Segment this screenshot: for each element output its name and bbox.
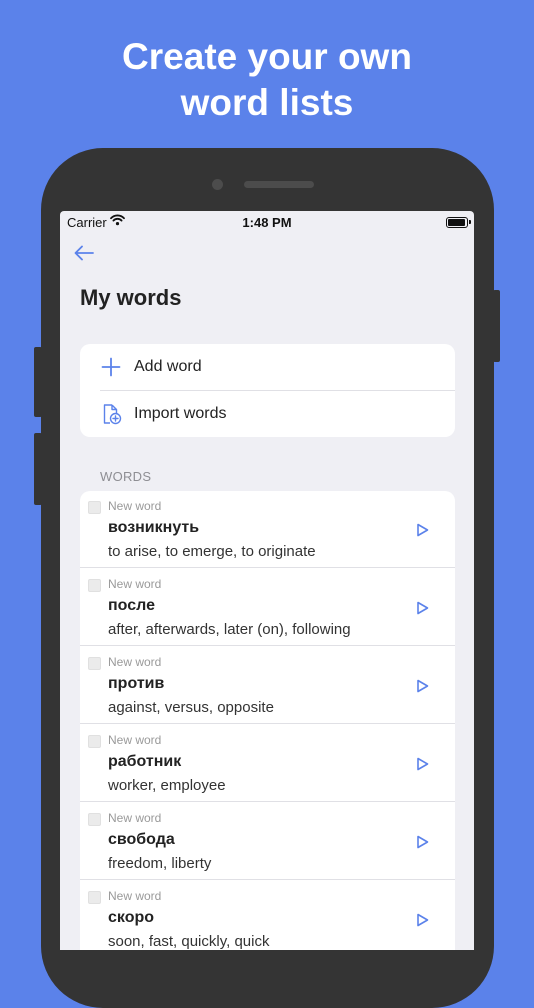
word-row[interactable]: New word свобода freedom, liberty <box>80 803 455 880</box>
actions-card: Add word Import words <box>80 344 455 437</box>
phone-camera <box>212 179 223 190</box>
phone-screen: Carrier 1:48 PM My words Add word Import… <box>60 211 474 950</box>
word-term: скоро <box>108 909 155 926</box>
status-time: 1:48 PM <box>242 215 292 230</box>
row-divider <box>80 567 455 568</box>
import-file-icon <box>100 403 122 425</box>
words-section-label: WORDS <box>100 469 152 484</box>
promo-line-1: Create your own <box>122 36 412 77</box>
word-row[interactable]: New word скоро soon, fast, quickly, quic… <box>80 881 455 950</box>
word-checkbox[interactable] <box>88 891 101 904</box>
row-divider <box>80 723 455 724</box>
play-icon[interactable] <box>413 521 431 539</box>
word-term: работник <box>108 753 182 770</box>
back-arrow-icon <box>74 245 94 261</box>
word-checkbox[interactable] <box>88 657 101 670</box>
word-translation: worker, employee <box>108 777 226 794</box>
play-icon[interactable] <box>413 755 431 773</box>
word-checkbox[interactable] <box>88 501 101 514</box>
battery-icon <box>446 217 468 228</box>
word-row[interactable]: New word после after, afterwards, later … <box>80 569 455 646</box>
phone-volume-down-button <box>34 433 42 505</box>
page-title: My words <box>80 285 182 310</box>
phone-power-button <box>493 290 500 362</box>
promo-headline: Create your own word lists <box>0 34 534 126</box>
row-divider <box>80 645 455 646</box>
word-status: New word <box>108 577 162 591</box>
word-term: свобода <box>108 831 175 848</box>
word-status: New word <box>108 499 162 513</box>
import-words-label: Import words <box>134 405 227 422</box>
add-word-label: Add word <box>134 358 202 375</box>
add-word-button[interactable]: Add word <box>80 344 455 390</box>
word-status: New word <box>108 811 162 825</box>
word-status: New word <box>108 889 162 903</box>
word-translation: against, versus, opposite <box>108 699 274 716</box>
play-icon[interactable] <box>413 911 431 929</box>
word-checkbox[interactable] <box>88 813 101 826</box>
word-translation: freedom, liberty <box>108 855 212 872</box>
word-checkbox[interactable] <box>88 735 101 748</box>
row-divider <box>80 879 455 880</box>
status-bar: Carrier 1:48 PM <box>60 211 474 233</box>
word-row[interactable]: New word возникнуть to arise, to emerge,… <box>80 491 455 568</box>
word-term: после <box>108 597 155 614</box>
word-row[interactable]: New word работник worker, employee <box>80 725 455 802</box>
word-checkbox[interactable] <box>88 579 101 592</box>
phone-speaker <box>244 181 314 188</box>
words-list: New word возникнуть to arise, to emerge,… <box>80 491 455 950</box>
word-row[interactable]: New word против against, versus, opposit… <box>80 647 455 724</box>
phone-volume-up-button <box>34 347 42 417</box>
word-term: против <box>108 675 165 692</box>
row-divider <box>80 801 455 802</box>
import-words-button[interactable]: Import words <box>80 391 455 437</box>
word-translation: after, afterwards, later (on), following <box>108 621 351 638</box>
back-button[interactable] <box>72 241 102 265</box>
word-status: New word <box>108 655 162 669</box>
word-term: возникнуть <box>108 519 200 536</box>
word-translation: soon, fast, quickly, quick <box>108 933 270 950</box>
promo-line-2: word lists <box>180 82 354 123</box>
battery-tip <box>469 220 471 224</box>
play-icon[interactable] <box>413 833 431 851</box>
plus-icon <box>100 356 122 378</box>
word-translation: to arise, to emerge, to originate <box>108 543 316 560</box>
play-icon[interactable] <box>413 599 431 617</box>
word-status: New word <box>108 733 162 747</box>
play-icon[interactable] <box>413 677 431 695</box>
